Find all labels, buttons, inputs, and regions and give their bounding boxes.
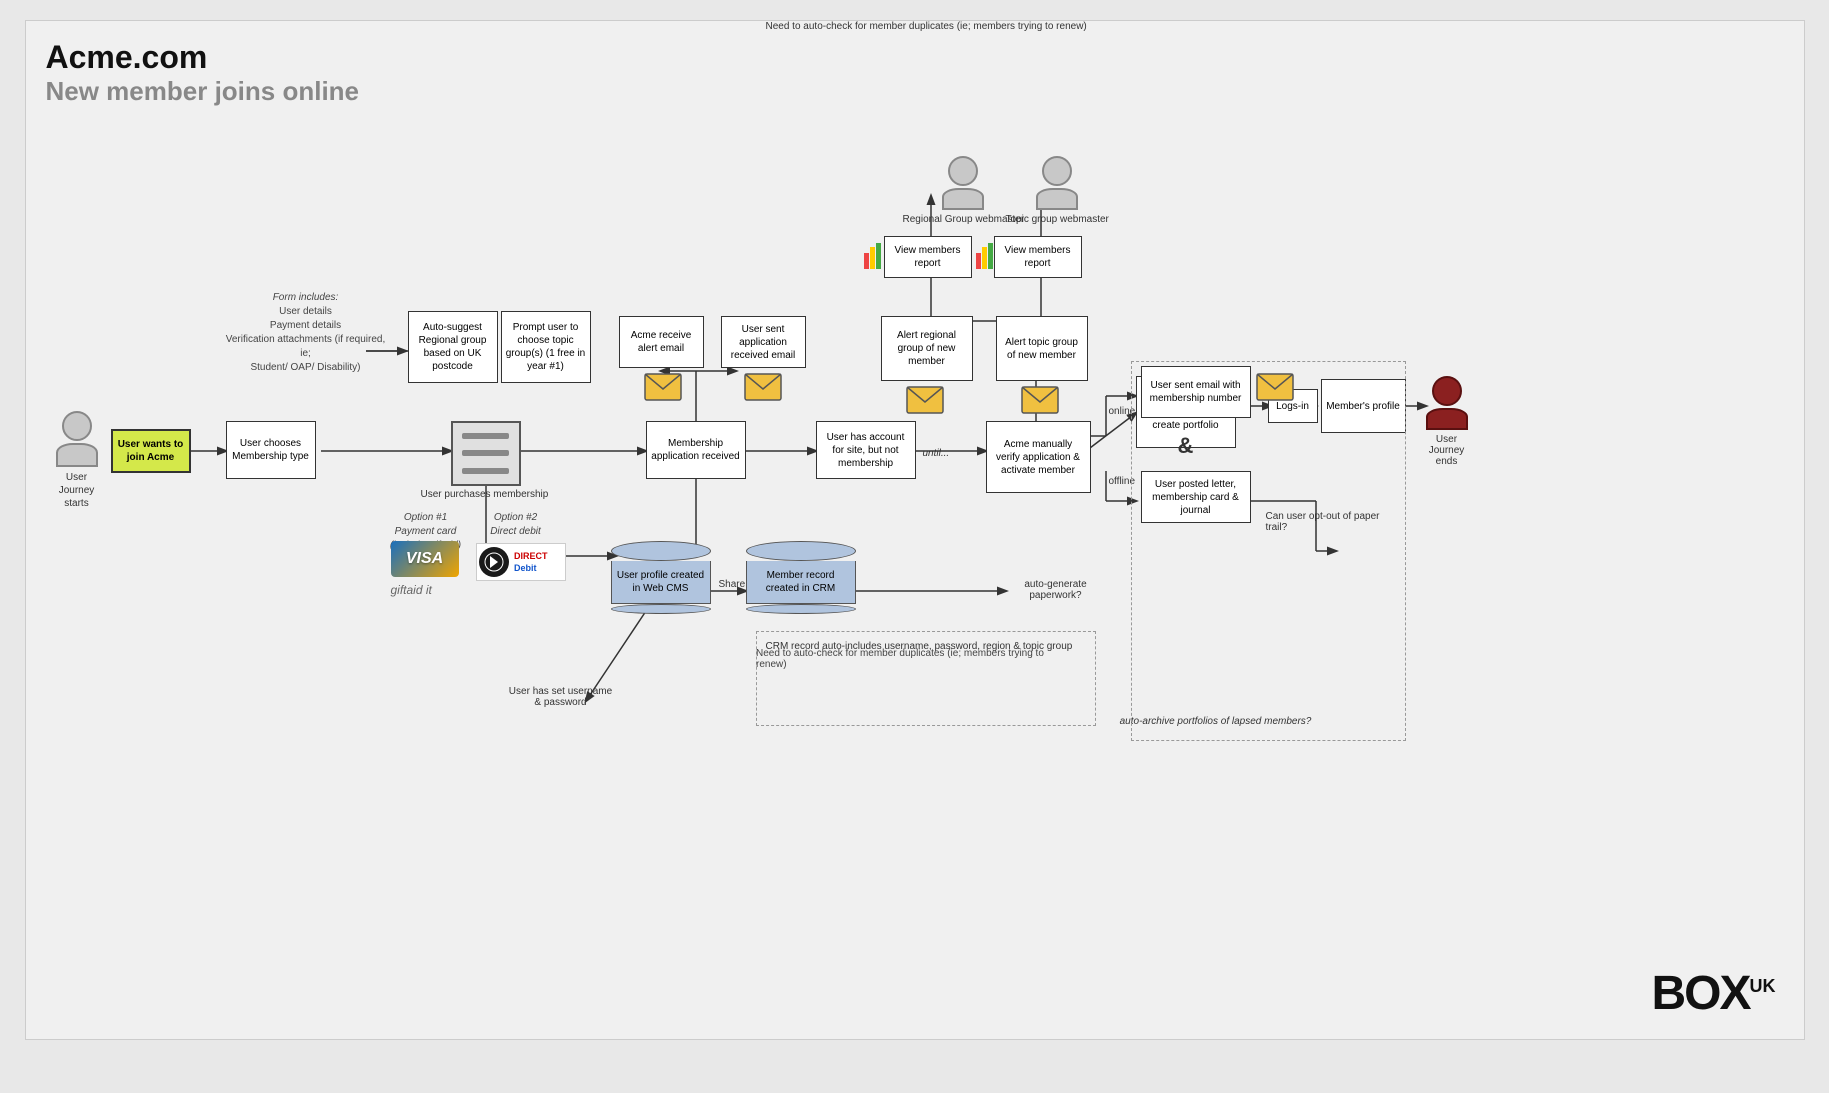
acme-alert-box: Acme receive alert email bbox=[619, 316, 704, 368]
view-members-regional-box: View members report bbox=[884, 236, 972, 278]
title-block: Acme.com New member joins online bbox=[46, 39, 360, 107]
auto-suggest-box: Auto-suggest Regional group based on UK … bbox=[408, 311, 498, 383]
crm-note2: Need to auto-check for member duplicates… bbox=[766, 21, 1087, 32]
user-sent-application-box: User sent application received email bbox=[721, 316, 806, 368]
alert-regional-box: Alert regional group of new member bbox=[881, 316, 973, 381]
acme-envelope-icon bbox=[644, 373, 682, 406]
user-wants-join-box: User wants to join Acme bbox=[111, 429, 191, 473]
form-includes-note: Form includes: User detailsPayment detai… bbox=[226, 291, 386, 375]
acme-verify-box: Acme manually verify application & activ… bbox=[986, 421, 1091, 493]
user-chooses-membership-box: User chooses Membership type bbox=[226, 421, 316, 479]
user-journey-end-person: UserJourneyends bbox=[1426, 376, 1468, 467]
visa-card: VISA bbox=[391, 541, 459, 577]
svg-text:Debit: Debit bbox=[514, 563, 537, 573]
user-has-account-box: User has account for site, but not membe… bbox=[816, 421, 916, 479]
crm-note2-positioned: Need to auto-check for member duplicates… bbox=[756, 648, 1066, 670]
alert-topic-box: Alert topic group of new member bbox=[996, 316, 1088, 381]
until-label: until... bbox=[923, 448, 950, 459]
prompt-topic-box: Prompt user to choose topic group(s) (1 … bbox=[501, 311, 591, 383]
user-journey-end-label: UserJourneyends bbox=[1429, 434, 1465, 467]
user-journey-start-person: UserJourneystarts bbox=[56, 411, 98, 510]
bar-chart-regional-right bbox=[976, 239, 994, 274]
topic-webmaster-label: Topic group webmaster bbox=[1006, 214, 1109, 225]
auto-archive-dashed-box bbox=[1131, 361, 1406, 741]
box-uk-logo: BOXUK bbox=[1651, 966, 1775, 1021]
crm-cylinder: Member record created in CRM bbox=[746, 541, 856, 614]
page-title-main: Acme.com bbox=[46, 39, 360, 76]
alert-regional-envelope bbox=[906, 386, 944, 419]
giftaid-label: giftaid it bbox=[391, 583, 432, 597]
user-envelope-icon bbox=[744, 373, 782, 406]
view-members-topic-box: View members report bbox=[994, 236, 1082, 278]
bar-chart-regional bbox=[864, 239, 882, 274]
page-title-sub: New member joins online bbox=[46, 76, 360, 107]
user-has-set-label: User has set username & password bbox=[506, 686, 616, 708]
alert-topic-envelope bbox=[1021, 386, 1059, 419]
option2-note: Option #2Direct debit bbox=[476, 511, 556, 539]
auto-generate-label: auto-generate paperwork? bbox=[1016, 579, 1096, 601]
svg-text:DIRECT: DIRECT bbox=[514, 551, 548, 561]
user-purchases-label: User purchases membership bbox=[421, 489, 549, 500]
membership-received-box: Membership application received bbox=[646, 421, 746, 479]
server-icon bbox=[451, 421, 521, 486]
topic-webmaster-person: Topic group webmaster bbox=[1006, 156, 1109, 225]
direct-debit-logo: DIRECT Debit bbox=[476, 543, 566, 581]
main-canvas: Acme.com New member joins online bbox=[25, 20, 1805, 1040]
web-cms-cylinder: User profile created in Web CMS bbox=[611, 541, 711, 614]
user-journey-start-label: UserJourneystarts bbox=[59, 471, 95, 510]
